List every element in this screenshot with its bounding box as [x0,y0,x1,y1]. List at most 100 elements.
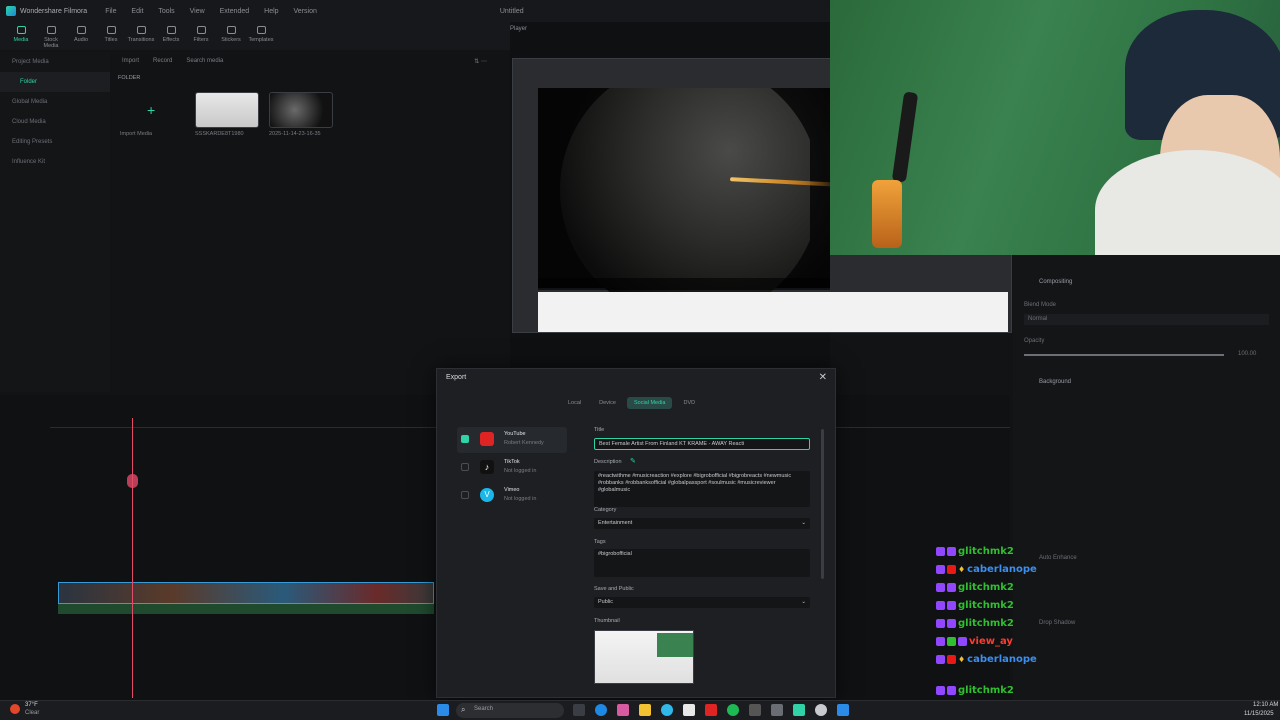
tool-templates[interactable]: Templates [246,22,276,50]
thumbnail-preview[interactable] [594,630,694,684]
scrollbar[interactable] [821,429,824,579]
app-icon[interactable] [771,704,783,716]
sidebar-editing-presets[interactable]: Editing Presets [0,132,110,152]
chevron-down-icon: ⌄ [801,599,806,605]
import-media-tile[interactable]: + [118,92,182,132]
tool-titles[interactable]: Titles [96,22,126,50]
menu-tools[interactable]: Tools [158,8,174,15]
tags-label: Tags [594,539,606,545]
app-icon[interactable] [617,704,629,716]
tab-social-media[interactable]: Social Media [626,397,673,409]
privacy-select[interactable]: Public ⌄ [594,597,810,608]
chat-user: glitchmk2 [958,600,1014,611]
sidebar-cloud-media[interactable]: Cloud Media [0,112,110,132]
sidebar-project-media[interactable]: Project Media [0,52,110,72]
audio-clip[interactable] [58,604,434,614]
bottle [872,180,902,248]
spotify-icon[interactable] [727,704,739,716]
windows-start-icon[interactable] [437,704,449,716]
platform-tiktok[interactable]: ♪ TikTok Not logged in [457,455,567,481]
tool-stock-media[interactable]: Stock Media [36,22,66,50]
tool-filters[interactable]: Filters [186,22,216,50]
opacity-slider[interactable] [1024,354,1224,356]
app-icon[interactable] [815,704,827,716]
media-thumbnail[interactable] [269,92,333,128]
app-icon[interactable] [837,704,849,716]
search-media-input[interactable]: Search media [186,58,223,64]
tab-device[interactable]: Device [592,397,623,409]
platform-youtube[interactable]: YouTube Robert Kennedy [457,427,567,453]
menu-version[interactable]: Version [294,8,317,15]
tab-dvd[interactable]: DVD [676,397,702,409]
tab-local[interactable]: Local [561,397,588,409]
filters-icon [196,26,206,34]
title-bar: Wondershare Filmora File Edit Tools View… [0,0,830,22]
menu-help[interactable]: Help [264,8,278,15]
tags-input[interactable]: #bigrobofficial [594,549,810,577]
filmora-taskbar-icon[interactable] [793,704,805,716]
menu-file[interactable]: File [105,8,116,15]
weather-icon [10,704,20,714]
video-controls-bar[interactable] [538,278,830,290]
video-clip[interactable] [58,582,434,604]
blend-mode-select[interactable]: Normal [1024,314,1269,325]
category-select[interactable]: Entertainment ⌄ [594,518,810,529]
tool-effects[interactable]: Effects [156,22,186,50]
platform-vimeo[interactable]: V Vimeo Not logged in [457,483,567,509]
file-explorer-icon[interactable] [639,704,651,716]
checkbox-tiktok[interactable] [461,463,469,471]
save-public-label: Save and Public [594,586,634,592]
chrome-icon[interactable] [661,704,673,716]
playhead-handle[interactable] [127,474,138,488]
tool-stickers[interactable]: Stickers [216,22,246,50]
youtube-taskbar-icon[interactable] [705,704,717,716]
background-section[interactable]: Background [1039,379,1071,385]
media-thumbnail[interactable] [195,92,259,128]
menu-view[interactable]: View [190,8,205,15]
media-panel: FOLDER + Import Media SSSKARDE8T1980 202… [112,72,507,392]
menu-extended[interactable]: Extended [220,8,250,15]
platform-name: YouTube [504,431,526,437]
transitions-icon [136,26,146,34]
chat-line: glitchmk2 [936,600,1014,611]
stream-chat: glitchmk2 ♦ caberlanope glitchmk2 glitchm… [936,530,1136,720]
description-input[interactable]: #reactwithme #musicreaction #explore #bi… [594,471,810,507]
menu-edit[interactable]: Edit [131,8,143,15]
platform-name: Vimeo [504,487,520,493]
player-label: Player [510,26,528,32]
checkbox-youtube[interactable] [461,435,469,443]
ai-icon[interactable]: ✎ [630,457,636,465]
edge-icon[interactable] [595,704,607,716]
search-icon: ⌕ [461,705,466,714]
compositing-section[interactable]: Compositing [1039,279,1072,285]
stickers-icon [226,26,236,34]
obs-icon[interactable] [749,704,761,716]
folder-label: FOLDER [118,75,141,81]
task-view-icon[interactable] [573,704,585,716]
microphone [891,91,919,183]
app-icon[interactable] [683,704,695,716]
chat-user: glitchmk2 [958,582,1014,593]
record-button[interactable]: Record [153,58,172,64]
tool-media[interactable]: Media [6,22,36,50]
chat-user: glitchmk2 [958,685,1014,696]
sidebar-global-media[interactable]: Global Media [0,92,110,112]
app-name: Wondershare Filmora [20,7,88,15]
title-input[interactable]: Best Female Artist From Finland KT KRAME… [594,438,810,450]
opacity-value[interactable]: 100.00 [1238,351,1256,357]
taskbar-search[interactable]: Search [456,703,564,718]
filter-icon[interactable]: ⇅ ⋯ [474,58,487,65]
effects-icon [166,26,176,34]
tool-label: Titles [104,37,118,43]
import-button[interactable]: Import [122,58,139,64]
sidebar-influence-kit[interactable]: Influence Kit [0,152,110,172]
tool-transitions[interactable]: Transitions [126,22,156,50]
close-icon[interactable]: ✕ [819,372,827,383]
sidebar-folder[interactable]: Folder [0,72,110,92]
playhead[interactable] [132,418,133,698]
youtube-icon [480,432,494,446]
checkbox-vimeo[interactable] [461,491,469,499]
tool-audio[interactable]: Audio [66,22,96,50]
weather-desc: Clear [25,710,40,716]
hoodie [1095,150,1280,255]
